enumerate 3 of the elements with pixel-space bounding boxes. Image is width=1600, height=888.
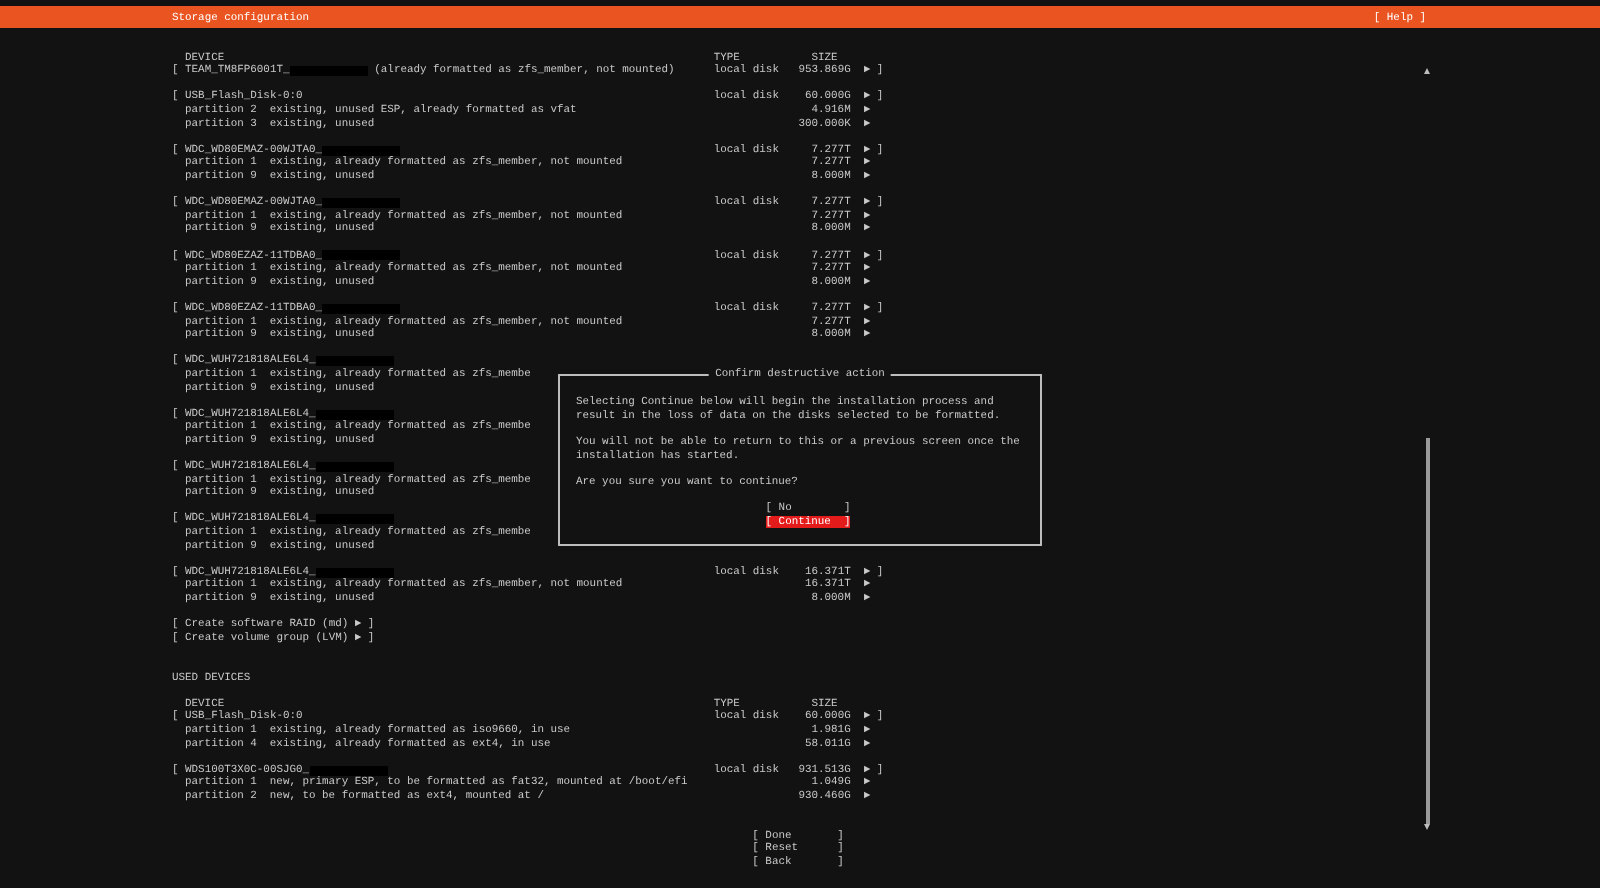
scroll-up-icon[interactable] <box>1424 68 1430 74</box>
scroll-down-icon[interactable] <box>1424 824 1430 830</box>
scrollbar-thumb[interactable] <box>1425 438 1429 824</box>
